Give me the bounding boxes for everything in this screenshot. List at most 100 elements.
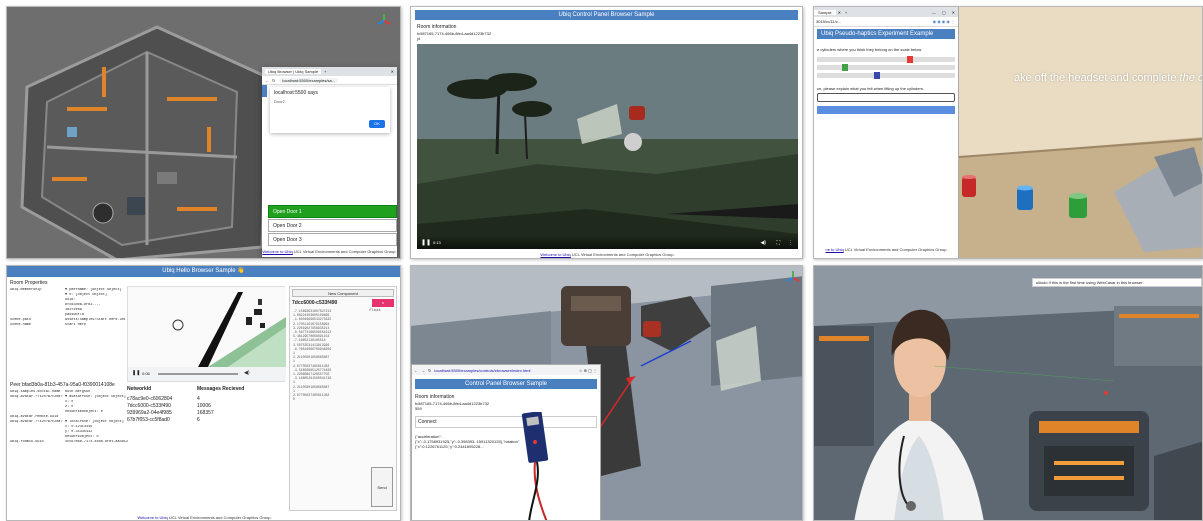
weight-scale bbox=[817, 55, 955, 79]
video-time: 0:06 bbox=[142, 371, 150, 376]
pause-icon[interactable]: ❚❚ bbox=[421, 239, 431, 246]
network-id-cell: c78ac9e0-c6062804 bbox=[127, 396, 173, 402]
scene-render bbox=[128, 287, 286, 367]
back-icon[interactable]: ← bbox=[265, 78, 269, 83]
browser-window: ← → ↻ localhost:5500/examples/controls/e… bbox=[411, 364, 601, 520]
panel-avatar-scene: ulliodo if this is the first time using … bbox=[813, 265, 1203, 521]
webcam-banner: ulliodo if this is the first time using … bbox=[1032, 278, 1202, 287]
peer-properties-list: ubiq.samples.social.name Ruth Bergsun ubiq… bbox=[10, 390, 128, 445]
table-body: c78ac9e0-c6062804 4 7dcc6000-c533f490 10006… bbox=[127, 396, 285, 424]
property-value: 4c56?a6b-7174-466b-8fe4-aa4d1223b732 bbox=[65, 440, 128, 444]
toolbar-icons[interactable]: ◉ ◉ ◉ ◉ ⋮ bbox=[933, 19, 955, 24]
property-value: networkedObject: 0 bbox=[65, 410, 103, 414]
footer-link[interactable]: ne to Ubiq bbox=[825, 247, 843, 252]
axis-gizmo-icon bbox=[377, 14, 391, 25]
address-bar: ← → ↻ localhost:5500/examples/controls/e… bbox=[412, 365, 600, 375]
popup-tab[interactable]: Ubiq Browser | Ubiq Sample bbox=[265, 69, 322, 74]
toolbar-icons[interactable]: ☆ ⊕ ▢ ⋮ bbox=[579, 368, 597, 373]
slider-blue-handle[interactable] bbox=[874, 72, 880, 79]
open-door-2-button[interactable]: Open Door 2 bbox=[268, 219, 397, 232]
more-options-icon[interactable]: ⋮ bbox=[788, 240, 793, 246]
page-header: Control Panel Browser Sample bbox=[415, 379, 597, 389]
popup-footer: Welcome to Ubiq UCL Virtual Environments… bbox=[262, 247, 397, 257]
browser-tab[interactable]: Sample bbox=[814, 9, 836, 15]
avatar-scene bbox=[814, 266, 1202, 520]
slider-green-handle[interactable] bbox=[842, 64, 848, 71]
question-text: ce, please explain what you felt when li… bbox=[817, 86, 924, 91]
tab-close-icon[interactable]: ✕ bbox=[838, 10, 841, 15]
popup-page-header bbox=[262, 85, 267, 97]
footer-text: UCL Virtual Environments and Computer Gr… bbox=[167, 515, 272, 520]
slider-red-handle[interactable] bbox=[907, 56, 913, 63]
pause-icon[interactable]: ❚❚ bbox=[132, 370, 140, 376]
component-id: 7dcc6000-c533f490 bbox=[292, 300, 338, 306]
messages-cell: 10006 bbox=[197, 403, 211, 409]
page-header: Ubiq Pseudo-haptics Experiment Example bbox=[817, 29, 955, 39]
progress-track[interactable] bbox=[158, 373, 238, 375]
new-component-button[interactable]: New Component bbox=[292, 289, 394, 297]
alert-ok-button[interactable]: OK bbox=[369, 120, 385, 128]
reload-icon[interactable]: ↻ bbox=[428, 368, 431, 373]
footer-link[interactable]: Welcome to Ubiq bbox=[262, 249, 292, 254]
video-controls: ❚❚ 0:06 ◀) bbox=[128, 367, 286, 381]
vr-prompt: ake off the headset and complete the que… bbox=[1014, 72, 1202, 84]
browser-window: Sample ✕ + — ▢ ✕ 3015/rc/11/c... ◉ ◉ ◉ ◉… bbox=[814, 7, 959, 258]
open-door-3-button[interactable]: Open Door 3 bbox=[268, 233, 397, 246]
property-key: ubiq.roomio.uuid bbox=[10, 440, 44, 444]
new-tab-icon[interactable]: + bbox=[324, 69, 326, 74]
maximize-icon[interactable]: ▢ bbox=[942, 10, 946, 15]
video-controls: ❚❚ 0:13 ◀) ⛶ ⋮ bbox=[417, 235, 798, 249]
back-icon[interactable]: ← bbox=[414, 368, 418, 373]
close-icon[interactable]: ✕ bbox=[952, 10, 955, 15]
url-text[interactable]: localhost:5500/examples/controls/ebrowse… bbox=[434, 368, 544, 373]
page-header: Ubiq Control Panel Browser Sample bbox=[415, 10, 798, 20]
wave-icon: 👋 bbox=[237, 268, 245, 274]
component-values: -7.15693631607827213 1.06224303605109868-… bbox=[290, 309, 365, 401]
submit-button[interactable] bbox=[817, 106, 955, 114]
property-row: ubiq.roomio.uuid 4c56?a6b-7174-466b-8fe4-… bbox=[10, 440, 128, 445]
table-row: c78ac9e0-c6062804 4 bbox=[127, 396, 285, 403]
fullscreen-icon[interactable]: ⛶ bbox=[776, 240, 780, 246]
network-table: NetworkId Messages Recieved c78ac9e0-c60… bbox=[127, 386, 285, 424]
network-id-cell: 7dcc6000-c533f490 bbox=[127, 403, 171, 409]
component-row: 7dcc6000-c533f490 x bbox=[292, 299, 394, 307]
send-button[interactable]: Send bbox=[371, 467, 393, 507]
volume-icon[interactable]: ◀) bbox=[244, 370, 250, 376]
reload-icon[interactable]: ↻ bbox=[272, 78, 275, 83]
volume-icon[interactable]: ◀) bbox=[760, 240, 766, 246]
room-code: j4 bbox=[417, 36, 421, 41]
video-player[interactable]: ❚❚ 0:13 ◀) ⛶ ⋮ bbox=[417, 44, 798, 249]
page-header: Ubiq Hello Browser Sample 👋 bbox=[7, 266, 400, 277]
close-window-icon[interactable]: ✕ bbox=[391, 69, 394, 74]
axis-gizmo-icon bbox=[786, 271, 800, 282]
property-row: scene.name Start Here bbox=[10, 323, 125, 328]
footer-text: UCL Virtual Environments and Computer Gr… bbox=[292, 249, 397, 254]
url-text[interactable]: 3015/rc/11/c... bbox=[816, 19, 841, 24]
room-info-label: Room information bbox=[417, 24, 457, 30]
popup-address-bar: ← ↻ localhost:5500/examples/sa... bbox=[262, 76, 397, 85]
room-properties-title: Room Properties bbox=[10, 280, 48, 286]
vr-scene bbox=[417, 44, 798, 249]
minimize-icon[interactable]: — bbox=[932, 10, 936, 15]
open-door-1-button[interactable]: Open Door 1 bbox=[268, 205, 397, 218]
component-value: 0 bbox=[293, 397, 295, 402]
instruction-text: e cylinders where you think they belong … bbox=[817, 47, 922, 52]
forward-icon[interactable]: → bbox=[421, 368, 425, 373]
new-tab-icon[interactable]: + bbox=[845, 10, 847, 15]
peer-title: Peer bfad3b0a-81b3-457a-95a0-f0390014108… bbox=[10, 382, 115, 388]
popup-url[interactable]: localhost:5500/examples/sa... bbox=[279, 77, 339, 83]
remove-component-button[interactable]: x bbox=[372, 299, 394, 307]
room-info-label: Room information bbox=[415, 394, 455, 400]
slider-track-3 bbox=[817, 73, 955, 78]
vr-prompt-plain: ake off the headset and complete bbox=[1014, 72, 1180, 84]
tab-strip: Sample ✕ + — ▢ ✕ bbox=[814, 7, 958, 17]
scene-preview: ❚❚ 0:06 ◀) bbox=[127, 286, 286, 382]
property-value: ▼ avatarPose: [object Object] bbox=[65, 395, 126, 399]
address-bar: 3015/rc/11/c... ◉ ◉ ◉ ◉ ⋮ bbox=[814, 17, 958, 27]
component-panel: New Component 7dcc6000-c533f490 x -7.156… bbox=[289, 286, 397, 511]
table-row: 939969a2-04e4f985 168357 bbox=[127, 410, 285, 417]
answer-textarea[interactable] bbox=[817, 93, 955, 102]
footer-link[interactable]: Welcome to Ubiq bbox=[540, 252, 570, 257]
footer-text: UCL Virtual Environments and Computer Gr… bbox=[570, 252, 675, 257]
footer-link[interactable]: Welcome to Ubiq bbox=[137, 515, 167, 520]
